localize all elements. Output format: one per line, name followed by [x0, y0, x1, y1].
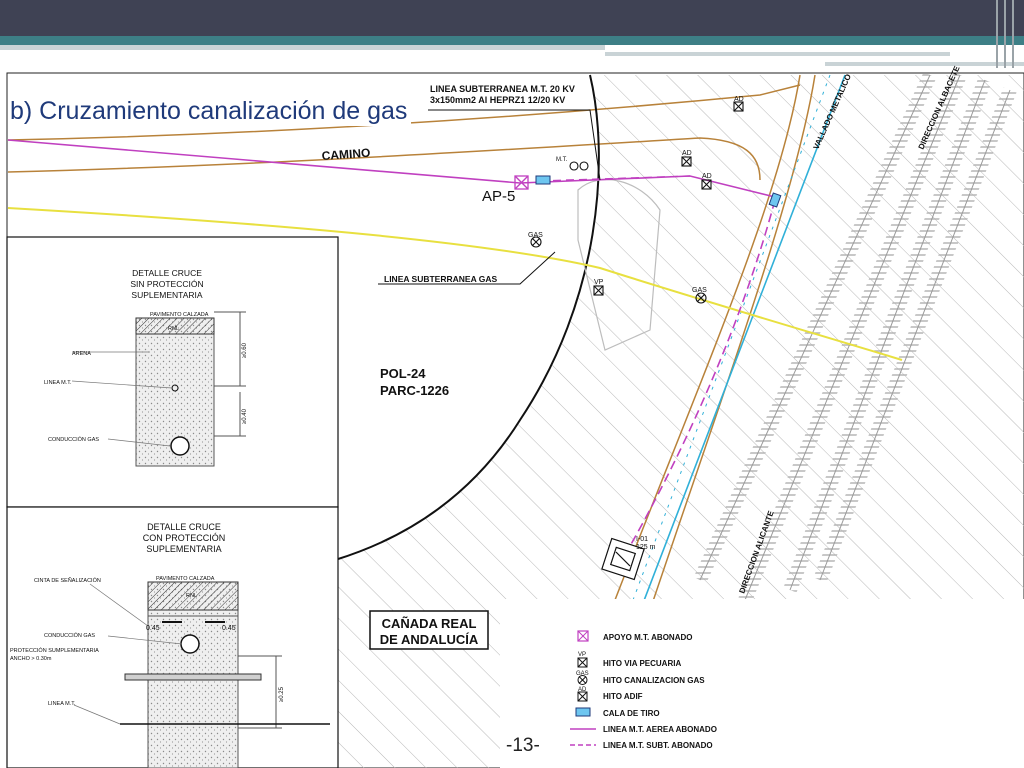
- detail-2-title-3: SUPLEMENTARIA: [146, 544, 221, 554]
- legend-area: [500, 599, 1024, 768]
- parcel-polygon-label: POL-24: [380, 366, 426, 381]
- detail-2-gas-pipe: CONDUCCIÓN GAS: [44, 632, 95, 639]
- detail-2-fill: RNL: [186, 593, 197, 599]
- legend-item-label: LINEA M.T. AEREA ABONADO: [603, 725, 717, 734]
- legend-ad-tag: AD: [578, 687, 587, 693]
- pull-box-symbol: [535, 175, 551, 185]
- detail-2-mt-line: LINEA M.T.: [48, 701, 76, 707]
- page-number: -13-: [506, 735, 540, 756]
- detail-2-dim-v: ≥0.25: [279, 686, 285, 702]
- canada-label-1: CAÑADA REAL: [382, 616, 477, 631]
- legend-item-label: HITO ADIF: [603, 692, 643, 701]
- parcel-number-label: PARC-1226: [380, 383, 449, 398]
- detail-1-pavement: PAVIMENTO CALZADA: [150, 312, 209, 318]
- detail-1-mt-line: LINEA M.T.: [44, 380, 72, 386]
- detail-1-dim-1: ≥0.60: [242, 342, 248, 358]
- mt-marker-label: M.T.: [556, 157, 568, 163]
- mt-line-label-1: LINEA SUBTERRANEA M.T. 20 KV: [430, 84, 575, 94]
- detail-2-protection-2: ANCHO > 0.30m: [10, 656, 52, 662]
- station-label-2: 125 m: [636, 544, 656, 551]
- slide-title: b) Cruzamiento canalización de gas: [10, 97, 412, 126]
- detail-2-title-1: DETALLE CRUCE: [147, 522, 221, 532]
- ad-marker-label: AD: [734, 96, 744, 103]
- legend-item-label: LINEA M.T. SUBT. ABONADO: [603, 741, 713, 750]
- ad-marker-label: AD: [702, 173, 712, 180]
- detail-2-protection-1: PROTECCIÓN SUMPLEMENTARIA: [10, 647, 99, 654]
- detail-2-dim-right: 0.45: [222, 625, 236, 632]
- canada-label-2: DE ANDALUCÍA: [380, 632, 479, 647]
- pole-label: AP-5: [482, 188, 515, 205]
- legend-item-label: CALA DE TIRO: [603, 709, 660, 718]
- detail-1-title-2: SIN PROTECCIÓN: [130, 279, 203, 289]
- legend-item-label: HITO CANALIZACION GAS: [603, 676, 705, 685]
- detail-1-title-3: SUPLEMENTARIA: [131, 290, 202, 300]
- detail-1-sand: ARENA: [72, 351, 91, 357]
- gas-marker-label: GAS: [528, 232, 543, 239]
- station-label-1: I-01: [636, 536, 648, 543]
- legend-gas-tag: GAS: [576, 671, 589, 677]
- detail-2-dim-left: 0.45: [146, 625, 160, 632]
- detail-1-gas-pipe: CONDUCCIÓN GAS: [48, 436, 99, 443]
- detail-1-title-1: DETALLE CRUCE: [132, 268, 202, 278]
- vp-marker-label: VP: [594, 279, 604, 286]
- gas-marker-label: GAS: [692, 287, 707, 294]
- gas-line-label: LINEA SUBTERRANEA GAS: [384, 274, 498, 284]
- mt-marker-symbol: [569, 161, 589, 171]
- mt-line-label-2: 3x150mm2 Al HEPRZ1 12/20 KV: [430, 95, 565, 105]
- detail-1-dim-2: ≥0.40: [242, 408, 248, 424]
- detail-2-title-2: CON PROTECCIÓN: [143, 533, 226, 543]
- ad-marker-label: AD: [682, 150, 692, 157]
- legend-item-label: APOYO M.T. ABONADO: [603, 633, 692, 642]
- detail-2-pavement: PAVIMENTO CALZADA: [156, 576, 215, 582]
- road-label: CAMINO: [321, 146, 371, 163]
- detail-1-fill: RNL: [168, 326, 179, 332]
- legend-item-label: HITO VIA PECUARIA: [603, 659, 681, 668]
- detail-2-tape: CINTA DE SEÑALIZACIÓN: [34, 577, 101, 584]
- legend-vp-tag: VP: [578, 652, 586, 658]
